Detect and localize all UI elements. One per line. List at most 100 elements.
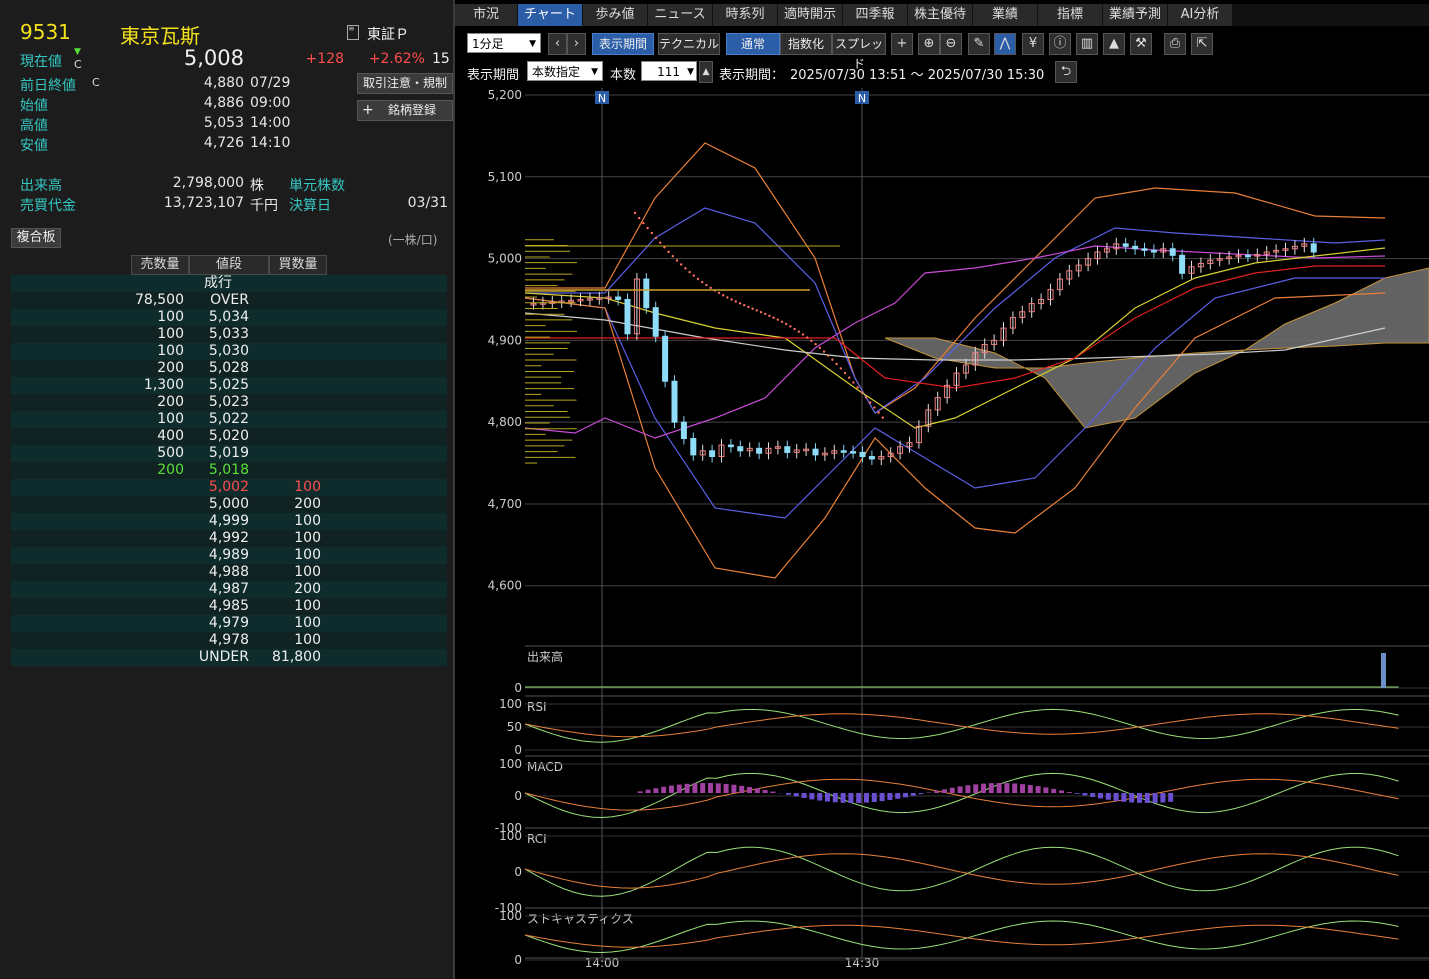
price-change: +128 — [305, 51, 344, 67]
price: 5,020 — [208, 428, 249, 444]
macd-histogram-bar — [817, 793, 823, 801]
yen-icon[interactable]: ¥ — [1022, 33, 1044, 55]
chevron-right-icon[interactable]: › — [567, 33, 586, 55]
macd-histogram-bar — [934, 790, 940, 793]
price-tick-label: 5,100 — [488, 170, 522, 184]
book-row[interactable]: 400 5,020 — [11, 428, 447, 445]
book-row[interactable]: 4,979 100 — [11, 615, 447, 632]
book-row[interactable]: 4,988 100 — [11, 564, 447, 581]
spread-button[interactable]: スプレッド — [832, 33, 886, 71]
book-row[interactable]: 200 5,028 — [11, 360, 447, 377]
sar-dot — [726, 296, 729, 299]
sell-qty: 100 — [157, 343, 184, 359]
tab-8[interactable]: 業績 — [973, 4, 1038, 26]
macd-histogram-bar — [793, 793, 799, 797]
tab-4[interactable]: 時系列 — [713, 4, 778, 26]
book-row[interactable]: 4,992 100 — [11, 530, 447, 547]
index-button[interactable]: 指数化 — [780, 33, 832, 55]
book-row[interactable]: 4,978 100 — [11, 632, 447, 649]
book-row[interactable]: 5,000 200 — [11, 496, 447, 513]
register-button[interactable]: + 銘柄登録 — [357, 100, 453, 121]
sar-dot — [764, 312, 767, 316]
volume-profile-icon[interactable]: ▲ — [1103, 33, 1125, 55]
book-row[interactable]: 100 5,034 — [11, 309, 447, 326]
stepper-up-icon[interactable]: ▲ — [699, 61, 713, 83]
candle-body — [671, 380, 678, 423]
book-row[interactable]: 78,500 OVER — [11, 292, 447, 309]
normal-button[interactable]: 通常 — [726, 33, 780, 55]
reset-icon[interactable]: ⮌ — [1055, 61, 1077, 83]
info-icon[interactable]: ⓘ — [1049, 33, 1071, 55]
tab-1[interactable]: チャート — [518, 4, 583, 26]
book-row[interactable]: 500 5,019 — [11, 445, 447, 462]
book-row[interactable]: 5,002 100 — [11, 479, 447, 496]
period-mode-select[interactable]: 本数指定 ▼ — [527, 61, 603, 81]
sar-dot — [684, 267, 687, 270]
sar-dot — [869, 401, 872, 404]
price: UNDER — [198, 649, 249, 665]
macd-histogram-bar — [1121, 793, 1127, 802]
tab-7[interactable]: 株主優待 — [908, 4, 973, 26]
tab-6[interactable]: 四季報 — [843, 4, 908, 26]
subpanel-title: RSI — [527, 700, 547, 714]
main-plot-area — [525, 88, 1429, 688]
crosshair-icon[interactable]: + — [891, 33, 913, 55]
book-tab[interactable]: 複合板 — [11, 228, 61, 248]
book-row[interactable]: 1,300 5,025 — [11, 377, 447, 394]
period-button[interactable]: 表示期間 — [592, 33, 654, 55]
volume-spike-bar — [1381, 653, 1386, 688]
tab-3[interactable]: ニュース — [648, 4, 713, 26]
book-row[interactable]: 100 5,030 — [11, 343, 447, 360]
sar-dot — [814, 343, 817, 346]
chevron-down-icon: ▼ — [591, 67, 598, 77]
export-icon[interactable]: ⇱ — [1191, 33, 1213, 55]
book-row[interactable]: 成行 — [11, 275, 447, 292]
sar-dot — [877, 411, 880, 414]
macd-histogram-bar — [669, 785, 674, 793]
count-input[interactable]: 111 ▼ — [641, 61, 697, 81]
price: 5,000 — [208, 496, 249, 512]
sar-dot — [789, 325, 792, 328]
chevron-left-icon[interactable]: ‹ — [548, 33, 567, 55]
sar-dot — [822, 350, 826, 353]
candle-body — [737, 446, 744, 452]
price-chart[interactable]: 5,2005,1005,0004,9004,8004,7004,60014:00… — [455, 88, 1429, 979]
tab-2[interactable]: 歩み値 — [583, 4, 648, 26]
tab-11[interactable]: AI分析 — [1168, 4, 1233, 26]
book-row[interactable]: UNDER 81,800 — [11, 649, 447, 666]
candle-body — [690, 438, 697, 456]
technical-button[interactable]: テクニカル — [658, 33, 720, 55]
price-tick-label: 4,900 — [488, 333, 522, 347]
my-chart-icon[interactable]: ▥ — [1076, 33, 1098, 55]
pencil-icon[interactable]: ✎ — [968, 33, 990, 55]
chevron-down-icon: ▼ — [687, 67, 694, 77]
buy-qty: 100 — [294, 530, 321, 546]
subpanel-tick: 100 — [499, 757, 522, 771]
book-row[interactable]: 200 5,023 — [11, 394, 447, 411]
caution-button[interactable]: 取引注意・規制 — [357, 73, 453, 94]
print-icon[interactable]: ⎙ — [1164, 33, 1186, 55]
book-row[interactable]: 100 5,033 — [11, 326, 447, 343]
book-row[interactable]: 4,989 100 — [11, 547, 447, 564]
book-row[interactable]: 4,985 100 — [11, 598, 447, 615]
book-row[interactable]: 4,999 100 — [11, 513, 447, 530]
zoom-out-icon[interactable]: ⊖ — [940, 33, 962, 55]
tab-9[interactable]: 指標 — [1038, 4, 1103, 26]
interval-select[interactable]: 1分足 ▼ — [467, 33, 541, 53]
tab-10[interactable]: 業績予測 — [1103, 4, 1168, 26]
book-row[interactable]: 200 5,018 — [11, 462, 447, 479]
macd-histogram-bar — [848, 793, 854, 803]
book-row[interactable]: 100 5,022 — [11, 411, 447, 428]
macd-histogram-bar — [653, 788, 659, 793]
wrench-icon[interactable]: ⚒ — [1130, 33, 1152, 55]
tab-0[interactable]: 市況 — [455, 4, 518, 26]
volume-unit: 株 — [250, 178, 264, 194]
trend-icon[interactable]: ⋀ — [994, 33, 1016, 55]
period-label: 表示期間 — [467, 68, 520, 83]
tab-5[interactable]: 適時開示 — [778, 4, 843, 26]
price-tick-label: 4,600 — [488, 579, 522, 593]
book-row[interactable]: 4,987 200 — [11, 581, 447, 598]
document-icon[interactable]: ≡ — [347, 25, 359, 40]
zoom-in-icon[interactable]: ⊕ — [918, 33, 940, 55]
sar-dot — [881, 416, 884, 419]
